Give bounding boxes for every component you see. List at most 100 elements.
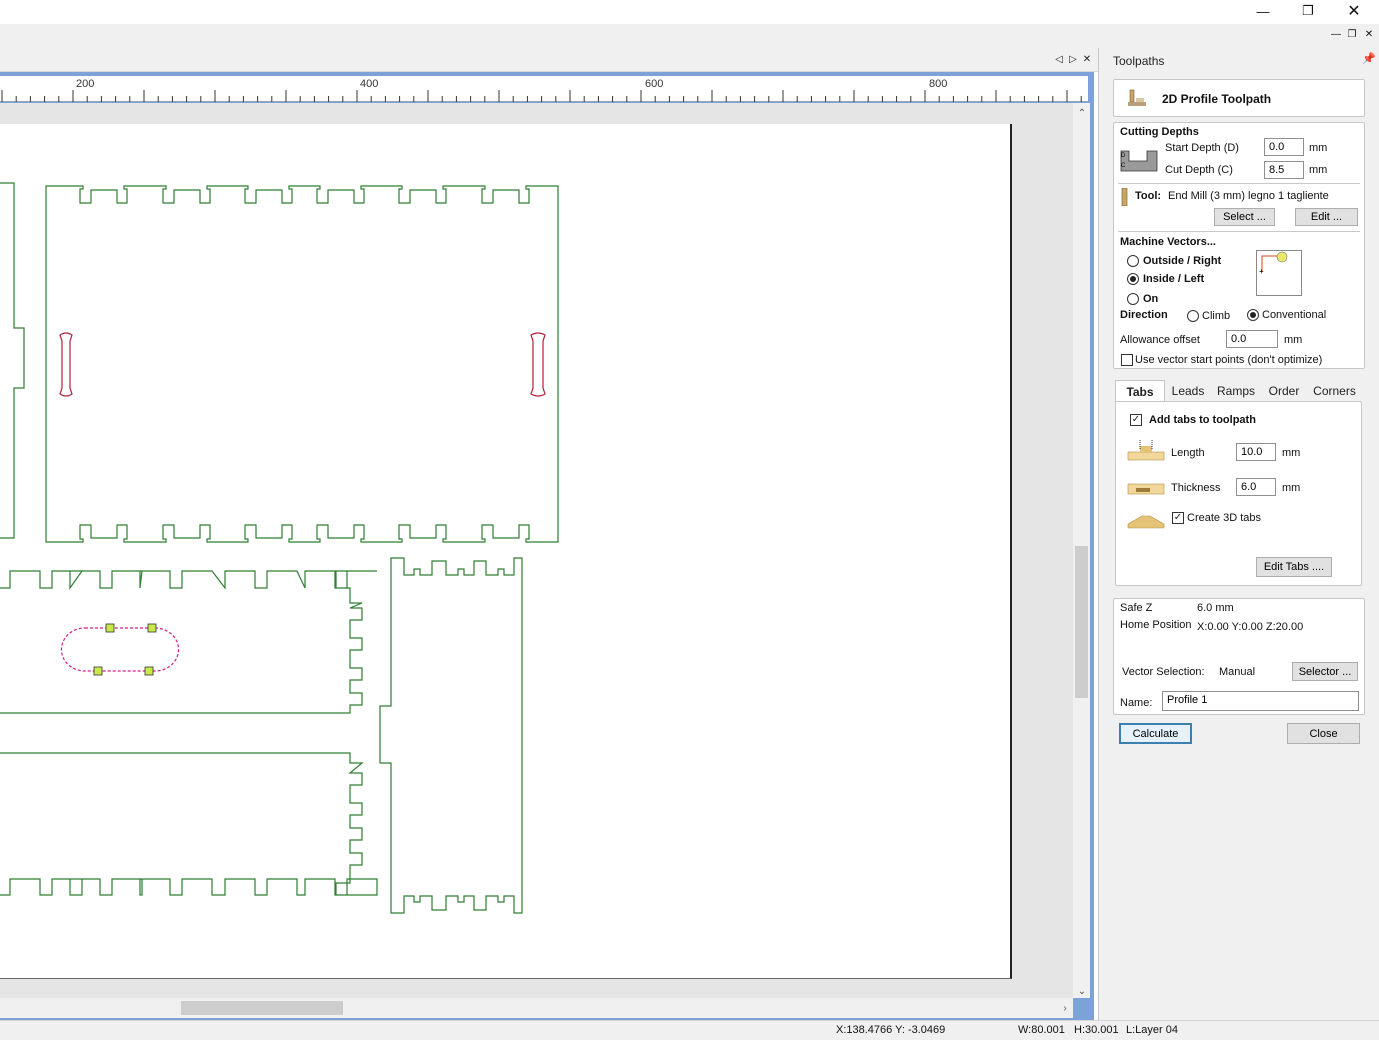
vector-selection-value: Manual bbox=[1219, 666, 1256, 678]
vector-right-panel bbox=[379, 557, 523, 914]
horizontal-scrollbar[interactable] bbox=[0, 998, 1073, 1018]
svg-text:D: D bbox=[1121, 153, 1126, 159]
divider bbox=[1118, 231, 1360, 232]
tab-corners[interactable]: Corners bbox=[1307, 380, 1362, 401]
vector-start-label: Use vector start points (don't optimize) bbox=[1135, 354, 1323, 366]
vector-bottom-panel bbox=[0, 752, 378, 896]
panel-title: Toolpaths bbox=[1113, 54, 1165, 68]
vector-middle-panel bbox=[0, 570, 377, 714]
vector-left-panel bbox=[0, 182, 25, 539]
add-tabs-checkbox[interactable]: ✓ bbox=[1130, 414, 1142, 426]
safe-z-label: Safe Z bbox=[1120, 602, 1153, 614]
status-height: H:30.001 bbox=[1074, 1024, 1119, 1036]
selector-button[interactable]: Selector ... bbox=[1292, 662, 1358, 681]
vector-start-checkbox[interactable] bbox=[1121, 354, 1133, 366]
vector-slot-right bbox=[530, 332, 546, 397]
restore-icon: ❐ bbox=[1302, 3, 1314, 18]
horizontal-scroll-thumb[interactable] bbox=[181, 1001, 343, 1015]
minimize-window-button[interactable]: — bbox=[1240, 0, 1286, 22]
tab-length-unit: mm bbox=[1282, 447, 1301, 459]
pin-icon[interactable]: 📌 bbox=[1362, 52, 1376, 65]
start-depth-input[interactable]: 0.0 bbox=[1264, 138, 1304, 156]
tab-thickness-input[interactable]: 6.0 bbox=[1236, 478, 1276, 496]
select-tool-button[interactable]: Select ... bbox=[1214, 208, 1275, 226]
tab-marker bbox=[147, 623, 157, 633]
scroll-down-arrow[interactable]: ⌄ bbox=[1075, 984, 1089, 998]
tab-marker bbox=[93, 666, 103, 676]
tab-length-input[interactable]: 10.0 bbox=[1236, 443, 1276, 461]
start-depth-unit: mm bbox=[1309, 142, 1328, 154]
vector-drawing[interactable] bbox=[0, 103, 1073, 998]
restore-window-button[interactable]: ❐ bbox=[1285, 0, 1331, 22]
radio-outside-right[interactable] bbox=[1127, 255, 1139, 267]
close-icon: ✕ bbox=[1347, 3, 1361, 20]
mdi-minimize-button[interactable]: — bbox=[1328, 26, 1344, 42]
svg-text:+: + bbox=[1259, 267, 1264, 276]
machine-vectors-title: Machine Vectors... bbox=[1120, 236, 1216, 248]
home-position-value: X:0.00 Y:0.00 Z:20.00 bbox=[1197, 621, 1304, 633]
create-3d-tabs-checkbox[interactable]: ✓ bbox=[1172, 512, 1184, 524]
toolpath-name-input[interactable]: Profile 1 bbox=[1162, 691, 1359, 711]
tab-thickness-icon bbox=[1127, 483, 1165, 495]
scroll-tabs-left-button[interactable]: ◁ bbox=[1052, 52, 1066, 66]
radio-inside-left[interactable] bbox=[1127, 273, 1139, 285]
radio-conventional[interactable] bbox=[1247, 309, 1259, 321]
calculate-button[interactable]: Calculate bbox=[1119, 723, 1192, 744]
direction-label: Direction bbox=[1120, 309, 1168, 321]
vector-top-panel bbox=[45, 185, 559, 543]
scroll-right-arrow[interactable]: › bbox=[1058, 1001, 1072, 1015]
radio-on[interactable] bbox=[1127, 293, 1139, 305]
tab-order[interactable]: Order bbox=[1262, 380, 1306, 401]
radio-climb[interactable] bbox=[1187, 310, 1199, 322]
close-window-button[interactable]: ✕ bbox=[1331, 0, 1377, 22]
tab-leads[interactable]: Leads bbox=[1166, 380, 1210, 401]
status-width: W:80.001 bbox=[1018, 1024, 1065, 1036]
safe-z-value: 6.0 mm bbox=[1197, 602, 1234, 614]
edit-tool-button[interactable]: Edit ... bbox=[1295, 208, 1358, 226]
triangle-left-icon: ◁ bbox=[1055, 53, 1063, 65]
3d-tab-icon bbox=[1127, 515, 1165, 529]
tab-tabs[interactable]: Tabs bbox=[1115, 380, 1165, 402]
start-depth-label: Start Depth (D) bbox=[1165, 142, 1239, 154]
ruler-label-800: 800 bbox=[929, 78, 948, 90]
close-icon: ✕ bbox=[1364, 28, 1374, 40]
tab-markers bbox=[93, 623, 157, 676]
ruler-label-600: 600 bbox=[645, 78, 664, 90]
allowance-offset-input[interactable]: 0.0 bbox=[1226, 330, 1278, 348]
close-document-button[interactable]: ✕ bbox=[1080, 52, 1094, 66]
tab-thickness-unit: mm bbox=[1282, 482, 1301, 494]
mdi-close-button[interactable]: ✕ bbox=[1361, 26, 1377, 42]
on-label: On bbox=[1143, 293, 1159, 305]
vertical-scroll-thumb[interactable] bbox=[1075, 546, 1088, 698]
tab-ramps[interactable]: Ramps bbox=[1211, 380, 1261, 401]
add-tabs-label: Add tabs to toolpath bbox=[1149, 414, 1256, 426]
inside-left-label: Inside / Left bbox=[1143, 273, 1205, 285]
allowance-unit: mm bbox=[1284, 334, 1303, 346]
divider bbox=[1118, 183, 1360, 184]
scroll-up-arrow[interactable]: ⌃ bbox=[1075, 106, 1089, 120]
selected-oval-vector bbox=[60, 627, 180, 672]
ruler-label-400: 400 bbox=[360, 78, 379, 90]
outside-right-label: Outside / Right bbox=[1143, 255, 1222, 267]
minimize-icon: — bbox=[1256, 3, 1270, 19]
cutting-depth-diagram-icon: D C bbox=[1120, 150, 1158, 172]
home-position-label: Home Position bbox=[1120, 619, 1192, 631]
mdi-restore-button[interactable]: ❐ bbox=[1344, 26, 1360, 42]
edit-tabs-button[interactable]: Edit Tabs .... bbox=[1256, 557, 1332, 577]
cut-depth-label: Cut Depth (C) bbox=[1165, 164, 1233, 176]
status-layer: L:Layer 04 bbox=[1126, 1024, 1178, 1036]
horizontal-ruler bbox=[0, 76, 1088, 102]
climb-label: Climb bbox=[1202, 310, 1231, 322]
cut-depth-unit: mm bbox=[1309, 164, 1328, 176]
chevron-right-icon: › bbox=[1063, 1002, 1067, 1014]
create-3d-tabs-label: Create 3D tabs bbox=[1187, 512, 1261, 524]
close-panel-button[interactable]: Close bbox=[1287, 723, 1360, 744]
cut-depth-input[interactable]: 8.5 bbox=[1264, 161, 1304, 179]
tab-marker bbox=[144, 666, 154, 676]
conventional-label: Conventional bbox=[1262, 309, 1327, 321]
tab-marker bbox=[105, 623, 115, 633]
allowance-offset-label: Allowance offset bbox=[1120, 334, 1200, 346]
scroll-tabs-right-button[interactable]: ▷ bbox=[1066, 52, 1080, 66]
minimize-icon: — bbox=[1331, 28, 1341, 40]
tool-name: End Mill (3 mm) legno 1 tagliente bbox=[1168, 190, 1329, 202]
